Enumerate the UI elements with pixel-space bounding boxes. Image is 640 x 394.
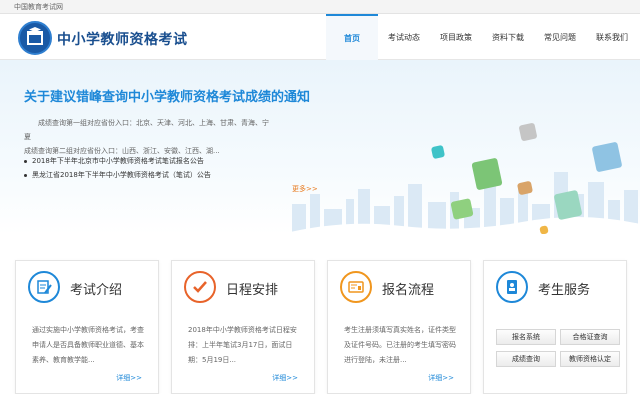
card-detail-link[interactable]: 详细>> <box>272 373 298 383</box>
banner-title[interactable]: 关于建议错峰查询中小学教师资格考试成绩的通知 <box>24 86 310 105</box>
cube-illustration <box>518 122 538 142</box>
registration-system-button[interactable]: 报名系统 <box>496 329 556 345</box>
document-pen-icon <box>28 271 60 303</box>
header: 中小学教师资格考试 首页 考试动态 项目政策 资料下载 常见问题 联系我们 <box>0 14 640 60</box>
site-name[interactable]: 中小学教师资格考试 <box>57 29 188 49</box>
nav-exam-news[interactable]: 考试动态 <box>378 14 430 60</box>
banner-body: 成绩查询第一组对应省份入口：北京、天津、河北、上海、甘肃、青海、宁夏 成绩查询第… <box>24 116 274 158</box>
checkmark-icon <box>184 271 216 303</box>
person-card-icon <box>496 271 528 303</box>
card-exam-intro[interactable]: 考试介绍 通过实施中小学教师资格考试，考查申请人是否具备教师职业道德、基本素养、… <box>15 260 159 394</box>
main-nav: 首页 考试动态 项目政策 资料下载 常见问题 联系我们 <box>326 14 638 60</box>
card-title[interactable]: 考试介绍 <box>70 279 122 298</box>
certificate-query-button[interactable]: 合格证查询 <box>560 329 620 345</box>
top-strip: 中国教育考试网 <box>0 0 640 14</box>
card-detail-link[interactable]: 详细>> <box>428 373 454 383</box>
card-registration-process[interactable]: 报名流程 考生注册须填写真实姓名，证件类型及证件号码。已注册的考生填写密码进行登… <box>327 260 471 394</box>
cube-illustration <box>471 157 503 191</box>
nav-home[interactable]: 首页 <box>326 14 378 60</box>
feature-cards: 考试介绍 通过实施中小学教师资格考试，考查申请人是否具备教师职业道德、基本素养、… <box>15 260 627 394</box>
news-list: 2018年下半年北京市中小学教师资格考试笔试报名公告 黑龙江省2018年下半年中… <box>24 154 211 182</box>
cube-illustration <box>539 225 549 234</box>
news-item[interactable]: 黑龙江省2018年下半年中小学教师资格考试（笔试）公告 <box>24 168 211 182</box>
nav-contact[interactable]: 联系我们 <box>586 14 638 60</box>
top-site-link[interactable]: 中国教育考试网 <box>14 2 63 12</box>
bullet-icon <box>24 173 27 177</box>
logo-icon[interactable] <box>18 21 52 55</box>
form-icon <box>340 271 372 303</box>
banner-body-line: 成绩查询第一组对应省份入口：北京、天津、河北、上海、甘肃、青海、宁夏 <box>24 119 269 141</box>
nav-policy[interactable]: 项目政策 <box>430 14 482 60</box>
card-description: 通过实施中小学教师资格考试，考查申请人是否具备教师职业道德、基本素养、教育教学能… <box>32 326 144 364</box>
card-title[interactable]: 日程安排 <box>226 279 278 298</box>
card-description: 考生注册须填写真实姓名，证件类型及证件号码。已注册的考生填写密码进行登陆，未注册… <box>344 326 456 364</box>
cube-illustration <box>430 144 446 160</box>
news-item[interactable]: 2018年下半年北京市中小学教师资格考试笔试报名公告 <box>24 154 211 168</box>
nav-faq[interactable]: 常见问题 <box>534 14 586 60</box>
cube-illustration <box>591 141 623 173</box>
hero-banner: 关于建议错峰查询中小学教师资格考试成绩的通知 成绩查询第一组对应省份入口：北京、… <box>0 60 640 234</box>
card-title[interactable]: 考生服务 <box>538 279 590 298</box>
card-title[interactable]: 报名流程 <box>382 279 434 298</box>
card-candidate-services: 考生服务 报名系统 合格证查询 成绩查询 教师资格认定 <box>483 260 627 394</box>
card-schedule[interactable]: 日程安排 2018年中小学教师资格考试日程安排：上半年笔试3月17日，面试日期：… <box>171 260 315 394</box>
bullet-icon <box>24 159 27 163</box>
cube-illustration <box>553 189 583 221</box>
card-detail-link[interactable]: 详细>> <box>116 373 142 383</box>
card-description: 2018年中小学教师资格考试日程安排：上半年笔试3月17日，面试日期：5月19日… <box>188 326 297 364</box>
score-query-button[interactable]: 成绩查询 <box>496 351 556 367</box>
nav-downloads[interactable]: 资料下载 <box>482 14 534 60</box>
teacher-certification-button[interactable]: 教师资格认定 <box>560 351 620 367</box>
